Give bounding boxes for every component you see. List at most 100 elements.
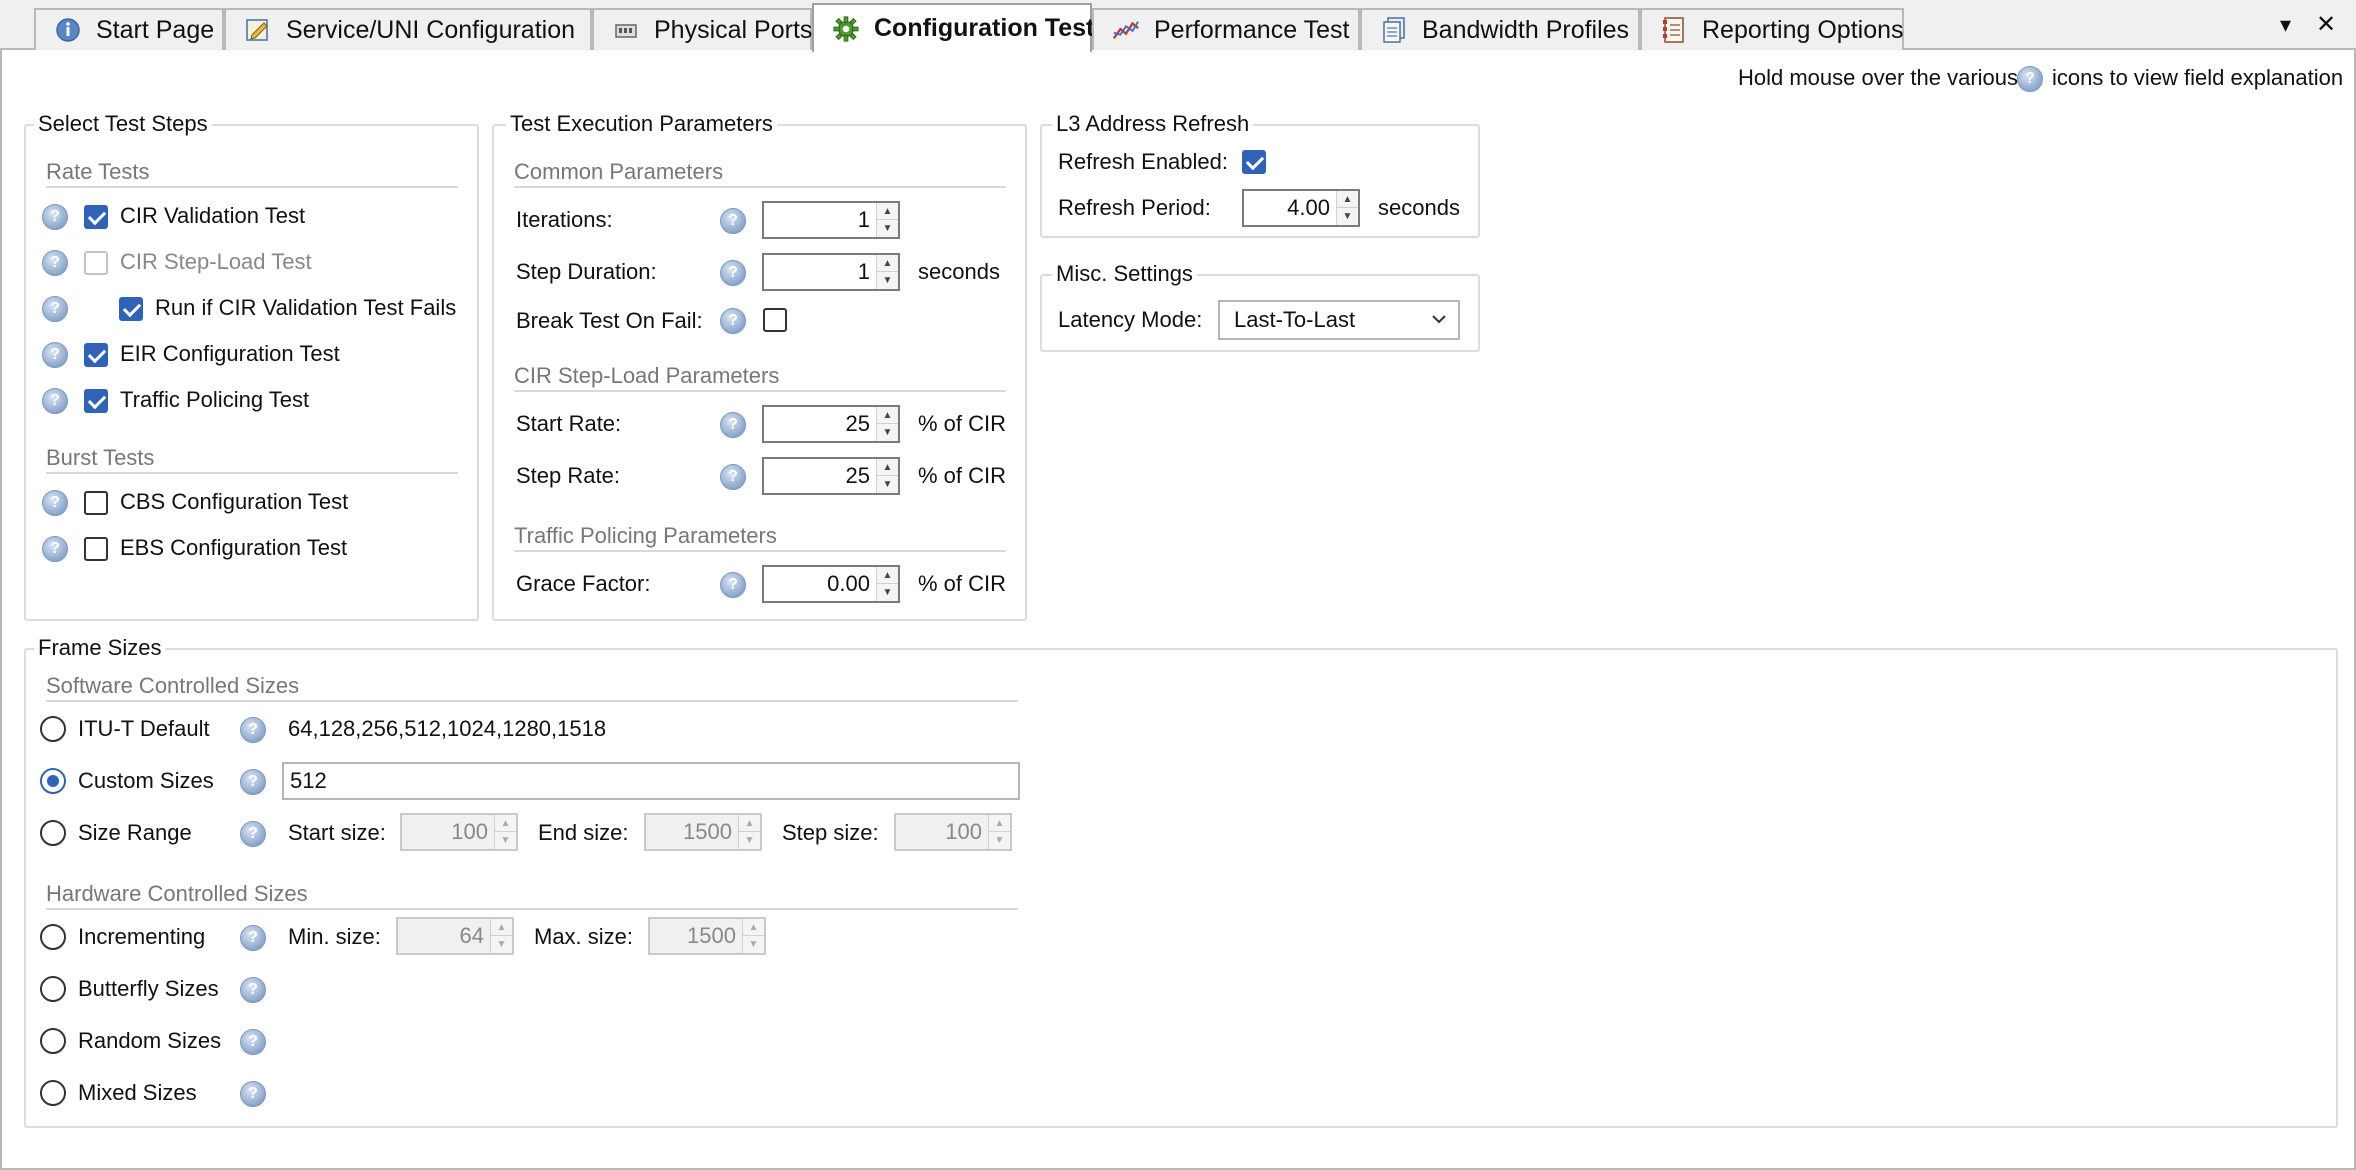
help-icon[interactable]: ? bbox=[240, 717, 266, 743]
help-icon[interactable]: ? bbox=[240, 821, 266, 847]
help-icon[interactable]: ? bbox=[720, 412, 746, 438]
spin-up-icon[interactable]: ▲ bbox=[877, 459, 898, 476]
spin-up-icon[interactable]: ▲ bbox=[739, 815, 760, 832]
mixed-sizes-label: Mixed Sizes bbox=[78, 1080, 197, 1105]
ebs-configuration-checkbox[interactable] bbox=[84, 537, 108, 561]
spin-down-icon[interactable]: ▼ bbox=[743, 936, 764, 953]
ports-icon bbox=[612, 16, 640, 44]
help-icon[interactable]: ? bbox=[42, 388, 68, 414]
help-icon[interactable]: ? bbox=[240, 925, 266, 951]
refresh-period-value: 4.00 bbox=[1287, 195, 1330, 220]
grace-factor-spinner[interactable]: 0.00 ▲ ▼ bbox=[762, 565, 900, 603]
tab-reporting-options[interactable]: Reporting Options bbox=[1640, 8, 1904, 50]
start-size-label: Start size: bbox=[288, 820, 386, 845]
cir-validation-checkbox[interactable] bbox=[84, 205, 108, 229]
step-duration-unit: seconds bbox=[918, 259, 1000, 284]
help-icon[interactable]: ? bbox=[42, 296, 68, 322]
help-icon[interactable]: ? bbox=[720, 208, 746, 234]
step-duration-spinner[interactable]: 1 ▲ ▼ bbox=[762, 253, 900, 291]
random-sizes-radio[interactable] bbox=[40, 1028, 66, 1054]
run-if-cir-fails-checkbox[interactable] bbox=[119, 297, 143, 321]
help-icon[interactable]: ? bbox=[720, 464, 746, 490]
help-icon[interactable]: ? bbox=[42, 536, 68, 562]
spin-up-icon[interactable]: ▲ bbox=[491, 919, 512, 936]
help-icon[interactable]: ? bbox=[42, 490, 68, 516]
itu-t-default-radio[interactable] bbox=[40, 716, 66, 742]
incrementing-radio[interactable] bbox=[40, 924, 66, 950]
tab-performance-test[interactable]: Performance Test bbox=[1092, 8, 1360, 50]
eir-configuration-label: EIR Configuration Test bbox=[120, 341, 340, 366]
help-icon[interactable]: ? bbox=[240, 977, 266, 1003]
run-if-cir-fails-label: Run if CIR Validation Test Fails bbox=[155, 295, 457, 320]
spin-down-icon[interactable]: ▼ bbox=[877, 584, 898, 601]
eir-configuration-checkbox[interactable] bbox=[84, 343, 108, 367]
spin-up-icon[interactable]: ▲ bbox=[495, 815, 516, 832]
tab-configuration-test[interactable]: Configuration Test bbox=[812, 3, 1094, 52]
step-rate-spinner[interactable]: 25 ▲ ▼ bbox=[762, 457, 900, 495]
end-size-spinner[interactable]: 1500 ▲ ▼ bbox=[644, 813, 762, 851]
butterfly-sizes-radio[interactable] bbox=[40, 976, 66, 1002]
traffic-policing-checkbox[interactable] bbox=[84, 389, 108, 413]
tab-start-page[interactable]: Start Page bbox=[34, 8, 224, 50]
size-range-radio[interactable] bbox=[40, 820, 66, 846]
cir-step-load-checkbox[interactable] bbox=[84, 251, 108, 275]
help-icon[interactable]: ? bbox=[240, 1081, 266, 1107]
chevron-down-icon bbox=[1430, 302, 1448, 350]
spin-up-icon[interactable]: ▲ bbox=[877, 567, 898, 584]
tab-bandwidth-profiles[interactable]: Bandwidth Profiles bbox=[1360, 8, 1640, 50]
help-icon[interactable]: ? bbox=[720, 572, 746, 598]
spin-down-icon[interactable]: ▼ bbox=[491, 936, 512, 953]
size-range-label: Size Range bbox=[78, 820, 192, 845]
grace-factor-unit: % of CIR bbox=[918, 571, 1007, 596]
spin-down-icon[interactable]: ▼ bbox=[989, 832, 1010, 849]
edit-icon bbox=[244, 16, 272, 44]
spin-down-icon[interactable]: ▼ bbox=[877, 220, 898, 237]
refresh-enabled-checkbox[interactable] bbox=[1242, 150, 1266, 174]
spin-down-icon[interactable]: ▼ bbox=[877, 476, 898, 493]
tab-physical-ports[interactable]: Physical Ports bbox=[592, 8, 812, 50]
tab-list-dropdown-icon[interactable]: ▾ bbox=[2280, 12, 2291, 38]
break-test-label: Break Test On Fail: bbox=[516, 308, 703, 333]
help-icon[interactable]: ? bbox=[240, 769, 266, 795]
documents-icon bbox=[1380, 16, 1408, 44]
max-size-spinner[interactable]: 1500 ▲ ▼ bbox=[648, 917, 766, 955]
spin-up-icon[interactable]: ▲ bbox=[743, 919, 764, 936]
help-icon[interactable]: ? bbox=[240, 1029, 266, 1055]
custom-sizes-radio[interactable] bbox=[40, 768, 66, 794]
close-icon[interactable]: ✕ bbox=[2316, 10, 2336, 39]
start-size-spinner[interactable]: 100 ▲ ▼ bbox=[400, 813, 518, 851]
spin-down-icon[interactable]: ▼ bbox=[739, 832, 760, 849]
end-size-value: 1500 bbox=[683, 819, 732, 844]
spin-up-icon[interactable]: ▲ bbox=[877, 407, 898, 424]
cbs-configuration-checkbox[interactable] bbox=[84, 491, 108, 515]
iterations-spinner[interactable]: 1 ▲ ▼ bbox=[762, 201, 900, 239]
tab-service-uni-configuration[interactable]: Service/UNI Configuration bbox=[224, 8, 592, 50]
spin-up-icon[interactable]: ▲ bbox=[989, 815, 1010, 832]
spin-up-icon[interactable]: ▲ bbox=[877, 255, 898, 272]
help-icon[interactable]: ? bbox=[42, 342, 68, 368]
start-size-value: 100 bbox=[451, 819, 488, 844]
mixed-sizes-radio[interactable] bbox=[40, 1080, 66, 1106]
random-sizes-label: Random Sizes bbox=[78, 1028, 222, 1053]
custom-sizes-input[interactable]: 512 bbox=[282, 762, 1020, 800]
spin-up-icon[interactable]: ▲ bbox=[877, 203, 898, 220]
help-icon: ? bbox=[2017, 66, 2043, 92]
help-icon[interactable]: ? bbox=[720, 308, 746, 334]
help-icon[interactable]: ? bbox=[720, 260, 746, 286]
spin-down-icon[interactable]: ▼ bbox=[495, 832, 516, 849]
info-icon bbox=[54, 16, 82, 44]
refresh-period-spinner[interactable]: 4.00 ▲ ▼ bbox=[1242, 189, 1360, 227]
spin-up-icon[interactable]: ▲ bbox=[1337, 191, 1358, 208]
latency-mode-select[interactable]: Last-To-Last bbox=[1218, 300, 1460, 340]
help-icon[interactable]: ? bbox=[42, 204, 68, 230]
hint-text-after: icons to view field explanation bbox=[2052, 65, 2344, 90]
spin-down-icon[interactable]: ▼ bbox=[877, 424, 898, 441]
help-icon[interactable]: ? bbox=[42, 250, 68, 276]
step-size-spinner[interactable]: 100 ▲ ▼ bbox=[894, 813, 1012, 851]
max-size-label: Max. size: bbox=[534, 924, 634, 949]
min-size-spinner[interactable]: 64 ▲ ▼ bbox=[396, 917, 514, 955]
start-rate-spinner[interactable]: 25 ▲ ▼ bbox=[762, 405, 900, 443]
break-test-checkbox[interactable] bbox=[763, 308, 787, 332]
spin-down-icon[interactable]: ▼ bbox=[1337, 208, 1358, 225]
spin-down-icon[interactable]: ▼ bbox=[877, 272, 898, 289]
